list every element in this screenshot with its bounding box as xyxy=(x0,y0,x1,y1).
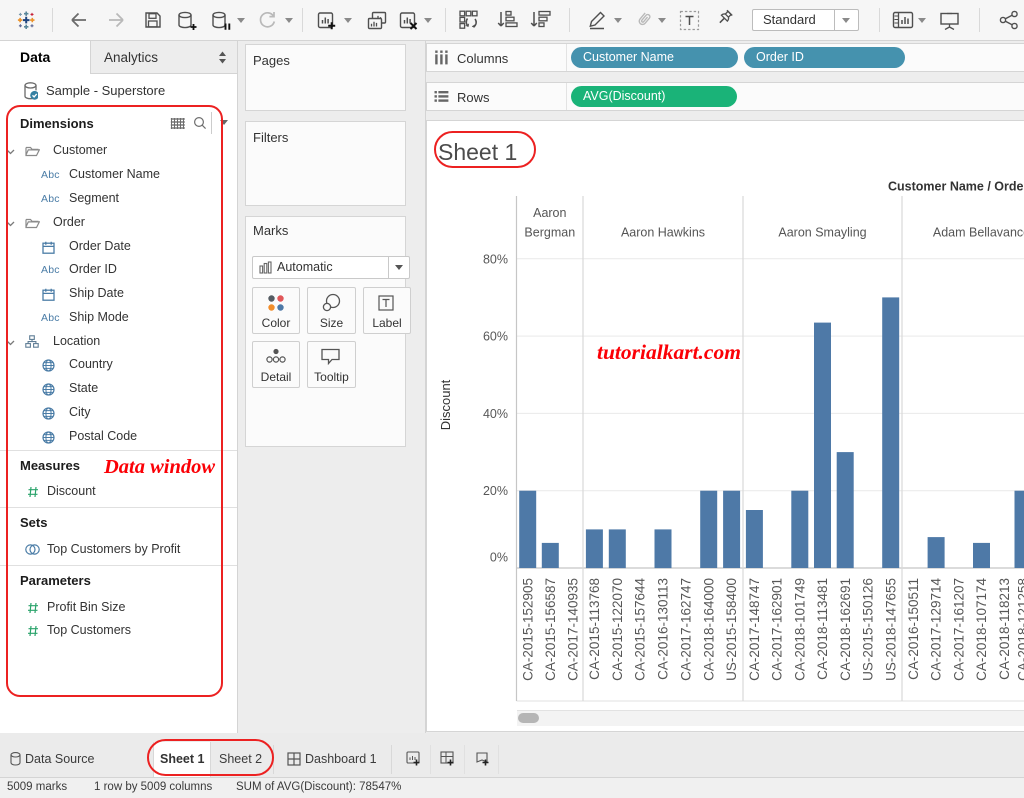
svg-text:US-2015-158400: US-2015-158400 xyxy=(724,578,739,681)
svg-text:Aaron: Aaron xyxy=(533,206,566,220)
svg-text:CA-2018-107174: CA-2018-107174 xyxy=(974,578,989,681)
svg-text:CA-2015-113768: CA-2015-113768 xyxy=(587,578,602,680)
svg-text:CA-2017-129714: CA-2017-129714 xyxy=(929,578,944,681)
svg-text:CA-2017-148747: CA-2017-148747 xyxy=(747,578,762,681)
svg-text:CA-2016-130113: CA-2016-130113 xyxy=(656,578,671,680)
svg-text:CA-2017-140935: CA-2017-140935 xyxy=(566,578,581,681)
svg-text:CA-2017-162747: CA-2017-162747 xyxy=(679,578,694,681)
svg-text:Adam Bellavance: Adam Bellavance xyxy=(933,226,1024,240)
svg-text:Bergman: Bergman xyxy=(524,226,575,240)
svg-text:20%: 20% xyxy=(483,484,508,498)
svg-text:60%: 60% xyxy=(483,330,508,344)
svg-text:CA-2018-164000: CA-2018-164000 xyxy=(701,578,716,681)
svg-text:CA-2018-118213: CA-2018-118213 xyxy=(997,578,1012,680)
svg-text:Discount: Discount xyxy=(438,379,453,430)
svg-text:Aaron Smayling: Aaron Smayling xyxy=(778,226,866,240)
svg-text:CA-2015-156587: CA-2015-156587 xyxy=(543,578,558,681)
svg-text:Customer Name / Order ID: Customer Name / Order ID xyxy=(888,180,1024,194)
svg-text:CA-2017-161207: CA-2017-161207 xyxy=(951,578,966,681)
svg-text:0%: 0% xyxy=(490,551,508,565)
svg-text:CA-2018-113481: CA-2018-113481 xyxy=(815,578,830,680)
svg-text:CA-2015-122070: CA-2015-122070 xyxy=(610,578,625,681)
svg-text:CA-2018-121258: CA-2018-121258 xyxy=(1016,578,1024,681)
svg-text:80%: 80% xyxy=(483,252,508,266)
svg-text:Aaron Hawkins: Aaron Hawkins xyxy=(621,226,705,240)
svg-text:CA-2018-101749: CA-2018-101749 xyxy=(792,578,807,681)
svg-text:CA-2015-152905: CA-2015-152905 xyxy=(520,578,535,681)
svg-text:CA-2016-150511: CA-2016-150511 xyxy=(906,578,921,680)
svg-text:US-2015-150126: US-2015-150126 xyxy=(861,578,876,681)
svg-text:US-2018-147655: US-2018-147655 xyxy=(883,578,898,681)
svg-text:CA-2018-162691: CA-2018-162691 xyxy=(838,578,853,681)
svg-text:CA-2015-157644: CA-2015-157644 xyxy=(633,578,648,681)
svg-text:40%: 40% xyxy=(483,407,508,421)
svg-text:CA-2017-162901: CA-2017-162901 xyxy=(770,578,785,681)
